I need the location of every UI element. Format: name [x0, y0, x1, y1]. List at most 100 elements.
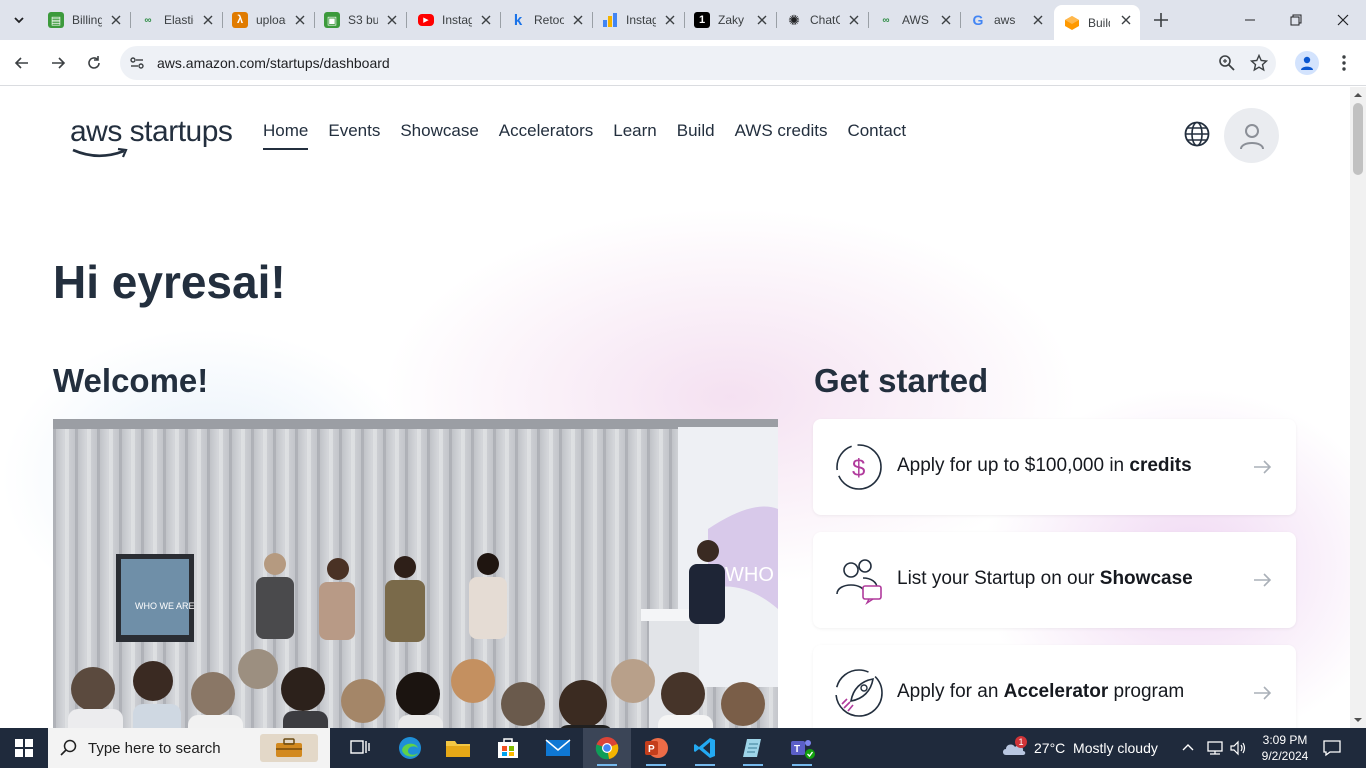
- nav-build[interactable]: Build: [677, 121, 715, 150]
- start-button[interactable]: [0, 728, 48, 768]
- briefcase-icon: [260, 734, 318, 762]
- tab-s3-bucket[interactable]: ▣ S3 bucket: [314, 6, 407, 34]
- logo-text: aws startups: [70, 115, 233, 148]
- user-icon: [1239, 123, 1264, 149]
- tab-chatgpt[interactable]: ✺ ChatGPT: [776, 6, 869, 34]
- chevron-up-icon[interactable]: [1181, 741, 1195, 755]
- tab-build-active[interactable]: Build: [1054, 5, 1140, 40]
- tab-elastic[interactable]: ∞ Elastic: [130, 6, 223, 34]
- restore-button[interactable]: [1284, 8, 1308, 32]
- task-view-button[interactable]: [336, 728, 384, 768]
- main-nav: Home Events Showcase Accelerators Learn …: [263, 121, 926, 150]
- vscode-taskbar-button[interactable]: [681, 728, 729, 768]
- tab-title: S3 bucket: [348, 13, 378, 27]
- list-startup-card[interactable]: List your Startup on our Showcase: [813, 532, 1296, 628]
- profile-button[interactable]: [1295, 51, 1319, 75]
- store-taskbar-button[interactable]: [484, 728, 532, 768]
- close-icon[interactable]: [572, 14, 584, 26]
- apply-accelerator-card[interactable]: Apply for an Accelerator program: [813, 645, 1296, 728]
- tab-search-button[interactable]: [6, 7, 32, 33]
- nav-showcase[interactable]: Showcase: [400, 121, 478, 150]
- apply-credits-card[interactable]: $ Apply for up to $100,000 in credits: [813, 419, 1296, 515]
- scrollbar-thumb[interactable]: [1353, 103, 1363, 175]
- weather-widget[interactable]: 1 27°C Mostly cloudy: [1000, 728, 1158, 768]
- close-icon[interactable]: [940, 14, 952, 26]
- clock[interactable]: 3:09 PM 9/2/2024: [1256, 732, 1314, 764]
- chatgpt-favicon-icon: ✺: [788, 11, 800, 28]
- close-icon[interactable]: [1120, 14, 1132, 26]
- site-settings-icon[interactable]: [128, 54, 146, 72]
- close-icon[interactable]: [202, 14, 214, 26]
- close-icon[interactable]: [848, 14, 860, 26]
- nav-accelerators[interactable]: Accelerators: [499, 121, 593, 150]
- close-icon[interactable]: [664, 14, 676, 26]
- folder-icon: [446, 741, 470, 757]
- notifications-button[interactable]: [1322, 728, 1342, 768]
- panel-event-image: WHO WHO WE ARE: [53, 419, 778, 728]
- nav-learn[interactable]: Learn: [613, 121, 656, 150]
- card-bold-text: Accelerator: [1003, 681, 1109, 702]
- mail-taskbar-button[interactable]: [534, 728, 582, 768]
- close-icon[interactable]: [1032, 14, 1044, 26]
- tab-title: ChatGPT: [810, 13, 840, 27]
- nav-home[interactable]: Home: [263, 121, 309, 150]
- tab-google-aws[interactable]: G aws: [960, 6, 1052, 34]
- powerpoint-taskbar-button[interactable]: P: [632, 728, 680, 768]
- aws-startups-logo[interactable]: aws startups: [70, 115, 240, 159]
- tab-billing[interactable]: ▤ Billing: [38, 6, 131, 34]
- arrow-right-icon: [1254, 460, 1272, 474]
- zoom-icon[interactable]: [1218, 54, 1236, 72]
- tab-instagram-youtube[interactable]: ▶ Instagram: [408, 6, 501, 34]
- edge-taskbar-button[interactable]: [386, 728, 434, 768]
- mail-icon: [545, 739, 571, 756]
- tab-aws[interactable]: ∞ AWS: [868, 6, 961, 34]
- user-avatar-button[interactable]: [1224, 108, 1279, 163]
- file-explorer-taskbar-button[interactable]: [434, 728, 482, 768]
- k-favicon-icon: k: [513, 11, 523, 29]
- system-tray: [1181, 728, 1247, 768]
- close-icon[interactable]: [756, 14, 768, 26]
- people-icon: [836, 559, 882, 606]
- scroll-down-icon[interactable]: [1350, 714, 1366, 726]
- forward-button[interactable]: [46, 51, 70, 75]
- card-bold-text: Showcase: [1099, 568, 1193, 589]
- browser-menu-button[interactable]: [1334, 51, 1354, 75]
- globe-icon[interactable]: [1183, 120, 1211, 148]
- dollar-icon: $: [836, 444, 882, 490]
- address-bar[interactable]: aws.amazon.com/startups/dashboard: [120, 46, 1276, 80]
- tab-instagram-chart[interactable]: Instagram: [592, 6, 685, 34]
- nav-aws-credits[interactable]: AWS credits: [735, 121, 828, 150]
- minimize-button[interactable]: [1238, 8, 1262, 32]
- scroll-up-icon[interactable]: [1350, 89, 1366, 101]
- back-button[interactable]: [10, 51, 34, 75]
- notepad-icon: [743, 739, 761, 757]
- windows-taskbar: Type here to search P T 1 27°C Mostly cl…: [0, 728, 1366, 768]
- tab-separator: [406, 12, 407, 28]
- close-window-button[interactable]: [1331, 8, 1355, 32]
- close-icon[interactable]: [110, 14, 122, 26]
- close-icon[interactable]: [294, 14, 306, 26]
- bookmark-star-icon[interactable]: [1250, 54, 1268, 72]
- taskbar-search-box[interactable]: Type here to search: [48, 728, 330, 768]
- close-icon[interactable]: [480, 14, 492, 26]
- tab-zaky[interactable]: 1 Zaky: [684, 6, 777, 34]
- svg-text:$: $: [852, 455, 865, 482]
- aws-smile-icon: [72, 147, 128, 158]
- new-tab-plus-icon[interactable]: [1150, 9, 1172, 31]
- network-icon[interactable]: [1205, 740, 1225, 756]
- close-icon[interactable]: [386, 14, 398, 26]
- nav-contact[interactable]: Contact: [847, 121, 906, 150]
- chrome-taskbar-button[interactable]: [583, 728, 631, 768]
- teams-taskbar-button[interactable]: T: [778, 728, 826, 768]
- url-text[interactable]: aws.amazon.com/startups/dashboard: [157, 55, 390, 71]
- task-view-icon: [350, 740, 370, 754]
- geeks-favicon-icon: ∞: [144, 14, 152, 26]
- tab-retool[interactable]: k Retool: [500, 6, 593, 34]
- reload-button[interactable]: [82, 51, 106, 75]
- notepad-taskbar-button[interactable]: [729, 728, 777, 768]
- tab-upload[interactable]: λ upload: [222, 6, 315, 34]
- billing-favicon-icon: ▤: [48, 12, 64, 28]
- page-scrollbar[interactable]: [1350, 87, 1366, 728]
- volume-icon[interactable]: [1229, 740, 1247, 756]
- nav-events[interactable]: Events: [328, 121, 380, 150]
